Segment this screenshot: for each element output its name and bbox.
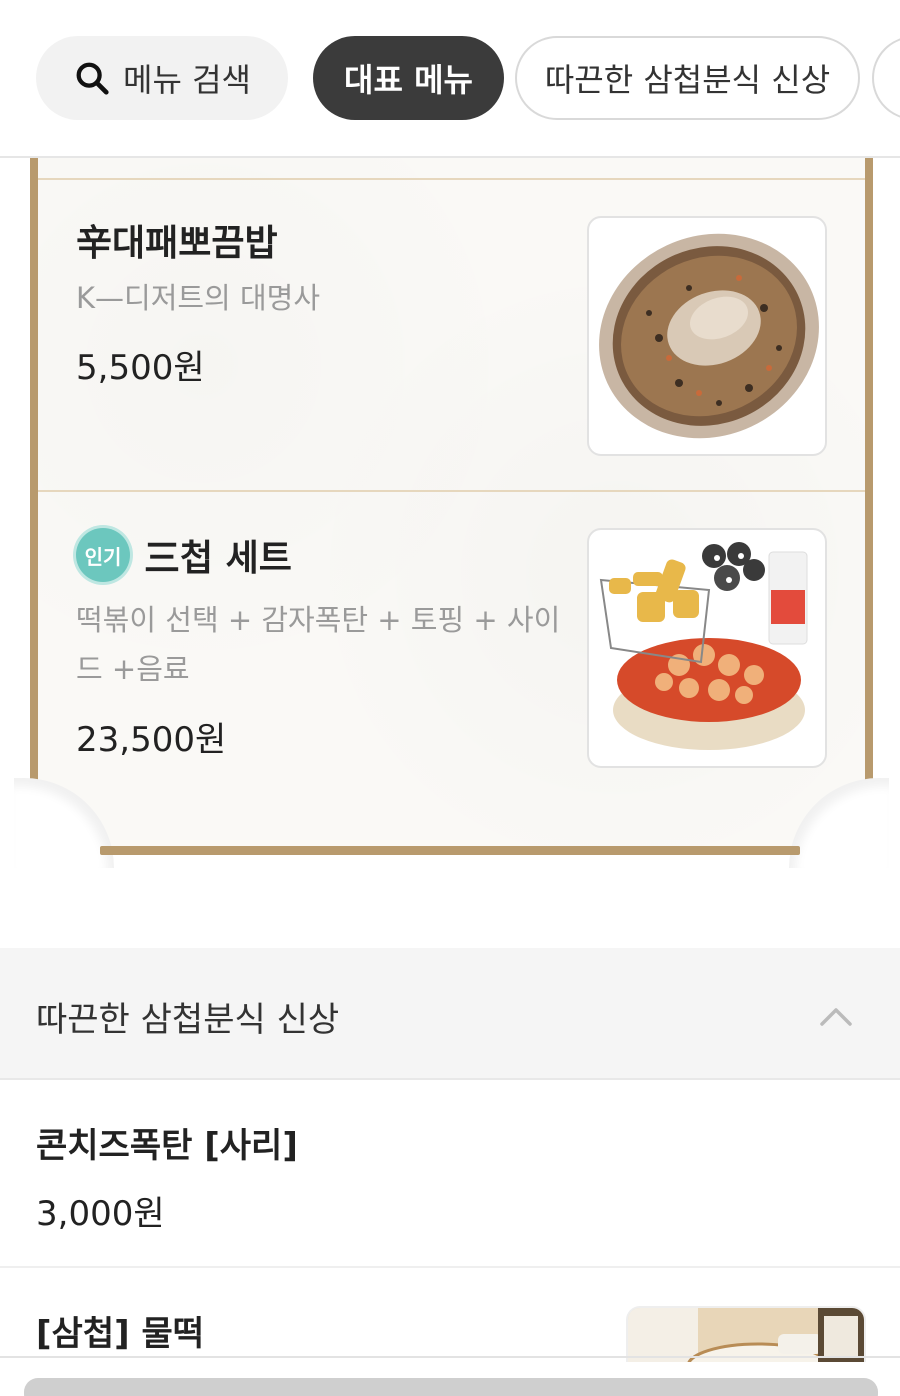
section-title: 따끈한 삼첩분식 신상	[36, 1000, 340, 1040]
featured-menu-card: 辛대패뽀끔밥 K—디저트의 대명사 5,500원 인기 三첩 세트 떡볶이 선택…	[14, 158, 889, 868]
list-item-title: 콘치즈폭탄 [사리]	[36, 1126, 298, 1166]
item-description-line1: 떡볶이 선택 + 감자폭탄 + 토핑 + 사이	[76, 603, 561, 637]
list-item[interactable]: 콘치즈폭탄 [사리] 3,000원	[0, 1082, 900, 1268]
bokkeumbap-photo	[587, 216, 827, 456]
chip-next-partial[interactable]	[872, 36, 900, 120]
bokkeumbap-image-icon	[599, 233, 819, 439]
list-item-price: 3,000원	[36, 1194, 165, 1234]
divider	[38, 178, 865, 180]
menu-search-label: 메뉴 검색	[123, 61, 251, 99]
popular-badge: 인기	[76, 528, 130, 582]
chip-representative-menu[interactable]: 대표 메뉴	[313, 36, 504, 120]
list-item-title: [삼첩] 물떡	[36, 1314, 205, 1354]
item-description-line2: 드 +음료	[76, 652, 190, 686]
card-bottom-border	[100, 846, 800, 855]
category-chip-bar: 메뉴 검색 대표 메뉴 따끈한 삼첩분식 신상	[0, 0, 900, 158]
list-item[interactable]: [삼첩] 물떡	[0, 1270, 900, 1362]
item-title: 辛대패뽀끔밥	[76, 223, 278, 264]
item-price: 5,500원	[76, 348, 205, 388]
set-image-icon	[599, 542, 808, 750]
mulddeok-image-icon	[628, 1308, 864, 1362]
item-description: K—디저트의 대명사	[76, 281, 320, 315]
bottom-divider	[0, 1356, 900, 1358]
section-header-new-samcheop[interactable]: 따끈한 삼첩분식 신상	[0, 948, 900, 1080]
item-title-row: 인기 三첩 세트	[76, 528, 292, 582]
menu-search-chip[interactable]: 메뉴 검색	[36, 36, 288, 120]
item-price: 23,500원	[76, 720, 227, 760]
mulddeok-photo	[626, 1306, 866, 1362]
item-title: 三첩 세트	[144, 538, 292, 579]
set-photo	[587, 528, 827, 768]
chip-new-samcheop[interactable]: 따끈한 삼첩분식 신상	[515, 36, 860, 120]
chevron-up-icon[interactable]	[818, 998, 854, 1034]
divider	[38, 490, 865, 492]
search-icon	[76, 62, 109, 95]
bottom-action-bar[interactable]	[24, 1378, 878, 1396]
